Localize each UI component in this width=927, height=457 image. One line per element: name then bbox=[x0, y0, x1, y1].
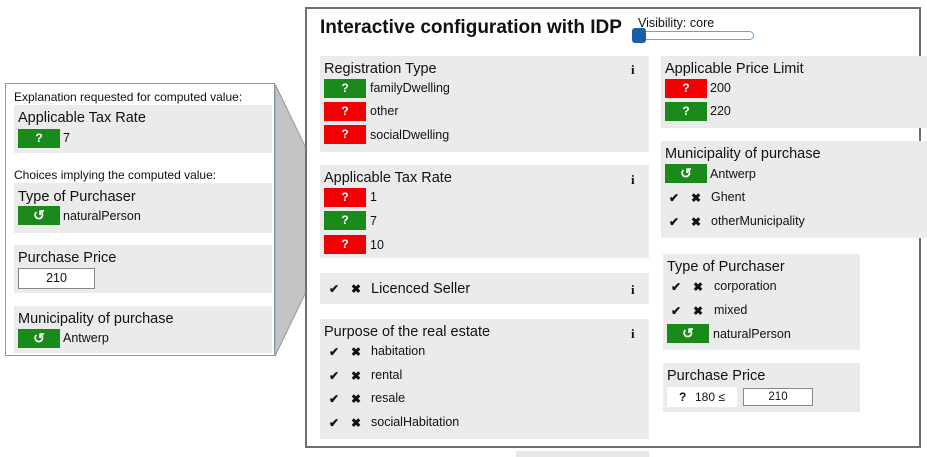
check-icon[interactable]: ✔ bbox=[329, 369, 339, 383]
panel-title: Type of Purchaser bbox=[667, 259, 785, 275]
check-icon[interactable]: ✔ bbox=[671, 304, 681, 318]
info-icon[interactable]: i bbox=[631, 282, 635, 298]
unknown-button[interactable]: ? bbox=[665, 79, 707, 98]
visibility-slider[interactable] bbox=[632, 31, 754, 40]
visibility-slider-thumb[interactable] bbox=[632, 28, 646, 43]
option-label: 1 bbox=[370, 190, 377, 204]
cross-icon[interactable]: ✖ bbox=[691, 191, 701, 205]
panel-title: Municipality of purchase bbox=[18, 311, 174, 327]
unknown-button[interactable]: ? bbox=[324, 235, 366, 254]
option-label: rental bbox=[371, 368, 403, 382]
panel-title: Licenced Seller bbox=[371, 281, 471, 297]
option-label: Antwerp bbox=[710, 167, 756, 181]
panel-title: Purchase Price bbox=[18, 250, 117, 266]
cross-icon[interactable]: ✖ bbox=[351, 345, 361, 359]
unknown-button[interactable]: ? bbox=[324, 188, 366, 207]
panel-licenced-seller bbox=[320, 273, 649, 304]
municipality-value: Antwerp bbox=[63, 331, 109, 345]
panel-title: Purchase Price bbox=[667, 368, 766, 384]
option-label: habitation bbox=[371, 344, 426, 358]
bottom-tab bbox=[516, 451, 649, 457]
option-label: 7 bbox=[370, 214, 377, 228]
option-label: otherMunicipality bbox=[711, 214, 805, 228]
unknown-button[interactable]: ? bbox=[665, 102, 707, 121]
cross-icon[interactable]: ✖ bbox=[351, 392, 361, 406]
option-label: Ghent bbox=[711, 190, 746, 204]
unknown-button[interactable]: ? bbox=[324, 211, 366, 230]
option-label: corporation bbox=[714, 279, 777, 293]
option-label: naturalPerson bbox=[713, 327, 791, 341]
unknown-button[interactable]: ? bbox=[324, 79, 366, 98]
panel-title: Purpose of the real estate bbox=[324, 324, 491, 340]
cross-icon[interactable]: ✖ bbox=[693, 280, 703, 294]
option-label: 220 bbox=[710, 104, 731, 118]
unknown-icon[interactable]: ? bbox=[679, 390, 686, 404]
panel-title: Applicable Tax Rate bbox=[324, 170, 452, 186]
option-label: familyDwelling bbox=[370, 81, 450, 95]
reset-button[interactable]: ↺ bbox=[667, 324, 709, 343]
reset-button[interactable]: ↺ bbox=[18, 206, 60, 225]
choices-header: Choices implying the computed value: bbox=[14, 168, 217, 182]
panel-title: Municipality of purchase bbox=[665, 146, 821, 162]
explanation-price-input[interactable]: 210 bbox=[18, 268, 95, 289]
panel-title: Applicable Tax Rate bbox=[18, 110, 146, 126]
option-label: socialDwelling bbox=[370, 128, 450, 142]
reset-button[interactable]: ↺ bbox=[18, 329, 60, 348]
option-label: socialHabitation bbox=[371, 415, 460, 429]
purchase-price-input[interactable]: 210 bbox=[743, 388, 813, 406]
option-label: mixed bbox=[714, 303, 748, 317]
check-icon[interactable]: ✔ bbox=[669, 215, 679, 229]
info-icon[interactable]: i bbox=[631, 172, 635, 188]
panel-title: Registration Type bbox=[324, 61, 437, 77]
option-label: other bbox=[370, 104, 399, 118]
cross-icon[interactable]: ✖ bbox=[351, 416, 361, 430]
explanation-header: Explanation requested for computed value… bbox=[14, 90, 243, 104]
check-icon[interactable]: ✔ bbox=[669, 191, 679, 205]
panel-title: Type of Purchaser bbox=[18, 189, 136, 205]
computed-value: 7 bbox=[63, 131, 70, 145]
bound-label: 180 ≤ bbox=[695, 390, 725, 404]
visibility-label: Visibility: core bbox=[638, 16, 715, 30]
check-icon[interactable]: ✔ bbox=[671, 280, 681, 294]
unknown-button[interactable]: ? bbox=[324, 125, 366, 144]
page-title: Interactive configuration with IDP bbox=[320, 17, 622, 38]
check-icon[interactable]: ✔ bbox=[329, 416, 339, 430]
purchaser-value: naturalPerson bbox=[63, 209, 141, 223]
reset-button[interactable]: ↺ bbox=[665, 164, 707, 183]
unknown-button[interactable]: ? bbox=[18, 129, 60, 148]
info-icon[interactable]: i bbox=[631, 62, 635, 78]
check-icon[interactable]: ✔ bbox=[329, 282, 339, 296]
cross-icon[interactable]: ✖ bbox=[691, 215, 701, 229]
option-label: resale bbox=[371, 391, 406, 405]
info-icon[interactable]: i bbox=[631, 326, 635, 342]
check-icon[interactable]: ✔ bbox=[329, 345, 339, 359]
option-label: 10 bbox=[370, 238, 384, 252]
unknown-button[interactable]: ? bbox=[324, 102, 366, 121]
panel-title: Applicable Price Limit bbox=[665, 61, 804, 77]
check-icon[interactable]: ✔ bbox=[329, 392, 339, 406]
cross-icon[interactable]: ✖ bbox=[351, 282, 361, 296]
cross-icon[interactable]: ✖ bbox=[351, 369, 361, 383]
cross-icon[interactable]: ✖ bbox=[693, 304, 703, 318]
option-label: 200 bbox=[710, 81, 731, 95]
